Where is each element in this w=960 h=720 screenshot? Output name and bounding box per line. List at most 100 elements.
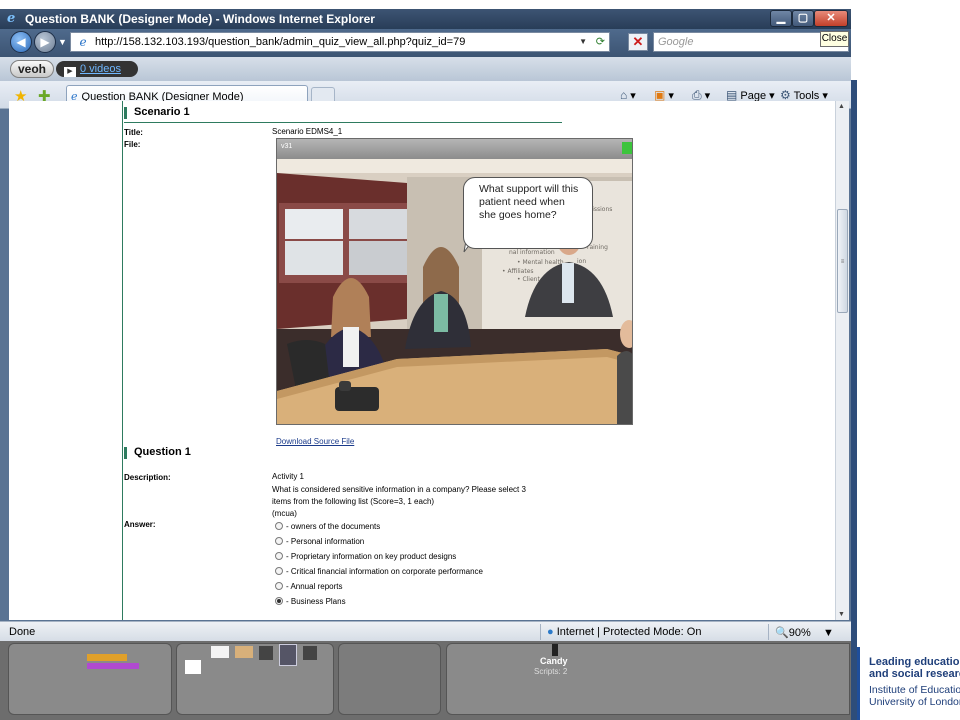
answer-option[interactable]: - owners of the documents bbox=[275, 522, 380, 531]
answer-option[interactable]: - Proprietary information on key product… bbox=[275, 552, 456, 561]
zoom-text: 90% bbox=[788, 627, 811, 639]
title-label: Title: bbox=[124, 128, 143, 137]
download-source-link[interactable]: Download Source File bbox=[276, 437, 354, 446]
page-icon: e bbox=[79, 35, 87, 49]
sprite-scripts: Scripts: 2 bbox=[534, 667, 568, 676]
answer-option[interactable]: - Business Plans bbox=[275, 597, 346, 606]
page-content: Scenario 1 Title: Scenario EDMS4_1 File:… bbox=[9, 101, 835, 620]
right-edge-strip bbox=[851, 80, 857, 720]
ie-logo-icon: e bbox=[7, 11, 16, 26]
title-bar: e Question BANK (Designer Mode) - Window… bbox=[0, 9, 851, 29]
media-top-strip: v31 bbox=[277, 139, 632, 159]
answer-option[interactable]: - Annual reports bbox=[275, 582, 342, 591]
back-button[interactable]: ◀ bbox=[10, 31, 32, 53]
radio-button[interactable] bbox=[275, 552, 283, 560]
sprite-thumbnail[interactable] bbox=[235, 646, 253, 658]
sprite-thumbnail[interactable] bbox=[211, 646, 229, 658]
option-label: - owners of the documents bbox=[286, 522, 381, 531]
tools-menu[interactable]: ⚙ Tools ▾ bbox=[780, 88, 828, 102]
sprite-figure bbox=[552, 644, 558, 656]
status-divider bbox=[768, 624, 769, 640]
zoom-control[interactable]: 🔍90% ▼ bbox=[775, 626, 834, 639]
scroll-down-icon[interactable]: ▼ bbox=[838, 611, 845, 618]
answer-option[interactable]: - Personal information bbox=[275, 537, 364, 546]
address-bar: ◀ ▶ ▼ e http://158.132.103.193/question_… bbox=[0, 29, 851, 57]
radio-button[interactable] bbox=[275, 537, 283, 545]
vertical-scrollbar[interactable]: ▲ ≡ ▼ bbox=[835, 101, 849, 620]
zoom-icon: 🔍 bbox=[775, 627, 789, 639]
institution-line: University of London bbox=[869, 696, 960, 708]
status-bar: Done ● Internet | Protected Mode: On 🔍90… bbox=[0, 621, 851, 641]
heading-bar bbox=[124, 447, 127, 459]
svg-text:nal information: nal information bbox=[509, 249, 555, 256]
veoh-videos-button[interactable]: ▶ 0 videos bbox=[56, 61, 138, 77]
answer-option[interactable]: - Critical financial information on corp… bbox=[275, 567, 483, 576]
file-label: File: bbox=[124, 140, 141, 149]
forward-button[interactable]: ▶ bbox=[34, 31, 56, 53]
scroll-thumb[interactable]: ≡ bbox=[837, 209, 848, 313]
empty-panel bbox=[338, 643, 441, 715]
left-column-divider bbox=[122, 101, 123, 620]
option-label: - Critical financial information on corp… bbox=[286, 567, 483, 576]
branding-institution: Institute of Education University of Lon… bbox=[869, 684, 960, 708]
veoh-videos-label: 0 videos bbox=[80, 63, 121, 75]
option-label: - Annual reports bbox=[286, 582, 343, 591]
window-title: Question BANK (Designer Mode) - Windows … bbox=[25, 12, 375, 26]
feeds-icon[interactable]: ▣ ▾ bbox=[654, 88, 674, 102]
url-text: http://158.132.103.193/question_bank/adm… bbox=[95, 36, 466, 48]
home-icon[interactable]: ⌂ ▾ bbox=[620, 88, 636, 102]
title-value: Scenario EDMS4_1 bbox=[272, 127, 343, 136]
option-label: - Proprietary information on key product… bbox=[286, 552, 457, 561]
script-block[interactable] bbox=[87, 654, 127, 661]
svg-text:• Client: • Client bbox=[517, 276, 540, 283]
sprite-name: Candy bbox=[540, 656, 568, 666]
media-version: v31 bbox=[281, 143, 293, 150]
url-input[interactable]: e http://158.132.103.193/question_bank/a… bbox=[70, 32, 610, 52]
play-icon: ▶ bbox=[64, 67, 76, 77]
heading-bar bbox=[124, 107, 127, 119]
sprites-panel bbox=[176, 643, 334, 715]
globe-icon: ● bbox=[547, 626, 554, 638]
maximize-button[interactable]: ▢ bbox=[792, 10, 814, 27]
option-label: - Business Plans bbox=[286, 597, 346, 606]
radio-button[interactable] bbox=[275, 567, 283, 575]
sprite-info-panel bbox=[446, 643, 850, 715]
svg-text:• Affiliates: • Affiliates bbox=[502, 268, 534, 275]
close-tooltip: Close bbox=[820, 31, 849, 47]
option-label: - Personal information bbox=[286, 537, 365, 546]
description-line: Activity 1 bbox=[272, 472, 305, 481]
veoh-toolbar: veoh ▶ 0 videos bbox=[0, 57, 851, 81]
veoh-logo[interactable]: veoh bbox=[10, 60, 54, 78]
minimize-button[interactable]: ▁ bbox=[770, 10, 792, 27]
url-dropdown-icon[interactable]: ▼ bbox=[579, 33, 587, 51]
radio-button-selected[interactable] bbox=[275, 597, 283, 605]
scratch-editor-strip: Candy Scripts: 2 bbox=[0, 641, 851, 720]
page-menu[interactable]: ▤ Page ▾ bbox=[726, 88, 775, 102]
sprite-thumbnail[interactable] bbox=[259, 646, 273, 660]
svg-text:• Mental health: • Mental health bbox=[517, 259, 564, 266]
tagline-line: Leading education bbox=[869, 656, 960, 668]
description-line: What is considered sensitive information… bbox=[272, 485, 526, 494]
radio-button[interactable] bbox=[275, 522, 283, 530]
stage-thumbnail[interactable] bbox=[185, 660, 201, 674]
script-block[interactable] bbox=[87, 663, 139, 669]
svg-text:ion: ion bbox=[577, 258, 586, 265]
scroll-up-icon[interactable]: ▲ bbox=[838, 103, 845, 110]
refresh-icon[interactable]: ⟳ bbox=[596, 33, 605, 51]
description-label: Description: bbox=[124, 473, 171, 482]
screen: e Question BANK (Designer Mode) - Window… bbox=[0, 0, 960, 720]
close-button[interactable]: ✕ bbox=[814, 10, 848, 27]
status-divider bbox=[540, 624, 541, 640]
scenario-heading-text: Scenario 1 bbox=[134, 106, 190, 118]
sprite-thumbnail[interactable] bbox=[303, 646, 317, 660]
sprite-thumbnail-selected[interactable] bbox=[279, 644, 297, 666]
stop-button[interactable]: ✕ bbox=[628, 33, 648, 51]
branding-divider bbox=[857, 647, 860, 720]
scenario-media[interactable]: v31 • Client • Staff management plan n bbox=[276, 138, 633, 425]
security-zone[interactable]: ● Internet | Protected Mode: On bbox=[547, 626, 701, 638]
radio-button[interactable] bbox=[275, 582, 283, 590]
history-dropdown-icon[interactable]: ▼ bbox=[58, 37, 67, 47]
green-flag-icon[interactable] bbox=[622, 142, 632, 154]
description-line: items from the following list (Score=3, … bbox=[272, 497, 435, 506]
speech-bubble: What support will this patient need when… bbox=[463, 177, 593, 249]
